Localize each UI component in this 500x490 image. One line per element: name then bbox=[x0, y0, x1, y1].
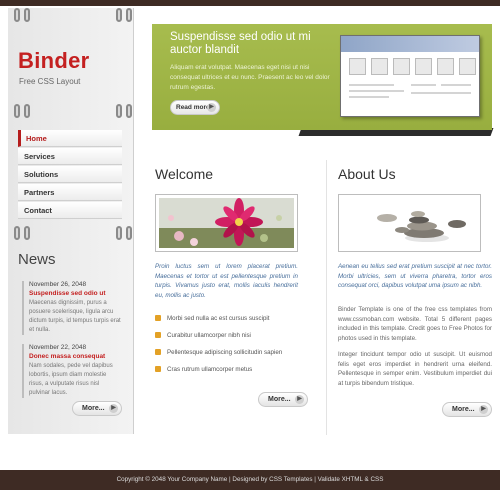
hero-text: Aliquam erat volutpat. Maecenas eget nis… bbox=[170, 64, 330, 92]
chevron-right-icon: ▶ bbox=[295, 395, 304, 404]
main-nav: Home Services Solutions Partners Contact bbox=[18, 130, 122, 220]
binder-ring-icon bbox=[116, 104, 122, 118]
about-more-label: More... bbox=[452, 406, 475, 413]
site-logo[interactable]: Binder bbox=[18, 48, 89, 74]
news-more-button[interactable]: More... ▶ bbox=[72, 401, 122, 416]
about-more-button[interactable]: More... ▶ bbox=[442, 402, 492, 417]
news-text: Maecenas dignissim, purus a posuere scel… bbox=[29, 300, 121, 333]
flower-image bbox=[155, 194, 298, 252]
news-heading: News bbox=[18, 251, 56, 268]
preview-text-line bbox=[411, 92, 471, 94]
read-more-button[interactable]: Read more ▶ bbox=[170, 100, 220, 115]
chevron-right-icon: ▶ bbox=[479, 405, 488, 414]
binder-ring-icon bbox=[24, 104, 30, 118]
stones-photo bbox=[342, 198, 477, 248]
preview-text-line bbox=[349, 96, 389, 98]
preview-thumb bbox=[459, 58, 476, 75]
footer-copyright: Copyright © 2048 Your Company Name | Des… bbox=[116, 476, 384, 483]
preview-thumb bbox=[371, 58, 388, 75]
news-more-label: More... bbox=[82, 405, 105, 412]
nav-item-partners[interactable]: Partners bbox=[18, 184, 122, 201]
nav-item-services[interactable]: Services bbox=[18, 148, 122, 165]
flower-photo bbox=[159, 198, 294, 248]
nav-item-home[interactable]: Home bbox=[18, 130, 122, 147]
welcome-more-label: More... bbox=[268, 396, 291, 403]
preview-text-line bbox=[349, 90, 404, 92]
list-item[interactable]: Pellentesque adipiscing sollicitudin sap… bbox=[155, 349, 298, 356]
preview-thumb bbox=[437, 58, 454, 75]
chevron-right-icon: ▶ bbox=[207, 103, 216, 112]
top-bar bbox=[0, 0, 500, 6]
preview-text-line bbox=[411, 84, 436, 86]
news-item: November 22, 2048 Donec massa consequat … bbox=[22, 344, 122, 398]
news-list: November 26, 2048 Suspendisse sed odio u… bbox=[22, 281, 122, 407]
footer: Copyright © 2048 Your Company Name | Des… bbox=[0, 470, 500, 490]
preview-text-line bbox=[349, 84, 394, 86]
binder-ring-icon bbox=[126, 8, 132, 22]
news-headline-link[interactable]: Suspendisse sed odio ut bbox=[29, 290, 122, 297]
chevron-right-icon: ▶ bbox=[109, 404, 118, 413]
nav-item-contact[interactable]: Contact bbox=[18, 202, 122, 219]
stones-image bbox=[338, 194, 481, 252]
binder-ring-icon bbox=[116, 226, 122, 240]
news-text: Nam sodales, pede vel dapibus lobortis, … bbox=[29, 363, 113, 396]
welcome-intro: Proin luctus sem ut lorem placerat preti… bbox=[155, 263, 298, 299]
binder-ring-icon bbox=[14, 226, 20, 240]
preview-thumb bbox=[349, 58, 366, 75]
binder-ring-icon bbox=[126, 104, 132, 118]
binder-ring-icon bbox=[14, 8, 20, 22]
list-item[interactable]: Curabitur ullamcorper nibh nisi bbox=[155, 332, 298, 339]
preview-header bbox=[341, 36, 479, 52]
template-preview-image bbox=[340, 35, 480, 117]
preview-thumb bbox=[415, 58, 432, 75]
read-more-label: Read more bbox=[176, 104, 210, 111]
binder-ring-icon bbox=[24, 226, 30, 240]
about-paragraph-1: Binder Template is one of the free css t… bbox=[338, 306, 492, 342]
preview-thumb bbox=[393, 58, 410, 75]
news-date: November 26, 2048 bbox=[29, 281, 87, 288]
about-heading: About Us bbox=[338, 166, 396, 182]
news-headline-link[interactable]: Donec massa consequat bbox=[29, 353, 122, 360]
news-date: November 22, 2048 bbox=[29, 344, 87, 351]
welcome-more-button[interactable]: More... ▶ bbox=[258, 392, 308, 407]
preview-text-line bbox=[441, 84, 471, 86]
site-tagline: Free CSS Layout bbox=[19, 77, 81, 86]
nav-item-solutions[interactable]: Solutions bbox=[18, 166, 122, 183]
binder-ring-icon bbox=[116, 8, 122, 22]
list-item[interactable]: Cras rutrum ullamcorper metus bbox=[155, 366, 298, 373]
binder-ring-icon bbox=[126, 226, 132, 240]
about-paragraph-2: Integer tincidunt tempor odio ut suscipi… bbox=[338, 351, 492, 387]
binder-ring-icon bbox=[24, 8, 30, 22]
hero-title: Suspendisse sed odio ut mi auctor blandi… bbox=[170, 31, 311, 56]
news-item: November 26, 2048 Suspendisse sed odio u… bbox=[22, 281, 122, 335]
hero-banner: Suspendisse sed odio ut mi auctor blandi… bbox=[152, 24, 492, 130]
list-item[interactable]: Morbi sed nulla ac est cursus suscipit bbox=[155, 315, 298, 322]
welcome-list: Morbi sed nulla ac est cursus suscipit C… bbox=[155, 315, 298, 383]
welcome-heading: Welcome bbox=[155, 166, 214, 182]
about-intro: Aenean eu tellus sed erat pretium suscip… bbox=[338, 263, 492, 290]
column-divider bbox=[326, 160, 327, 435]
binder-ring-icon bbox=[14, 104, 20, 118]
